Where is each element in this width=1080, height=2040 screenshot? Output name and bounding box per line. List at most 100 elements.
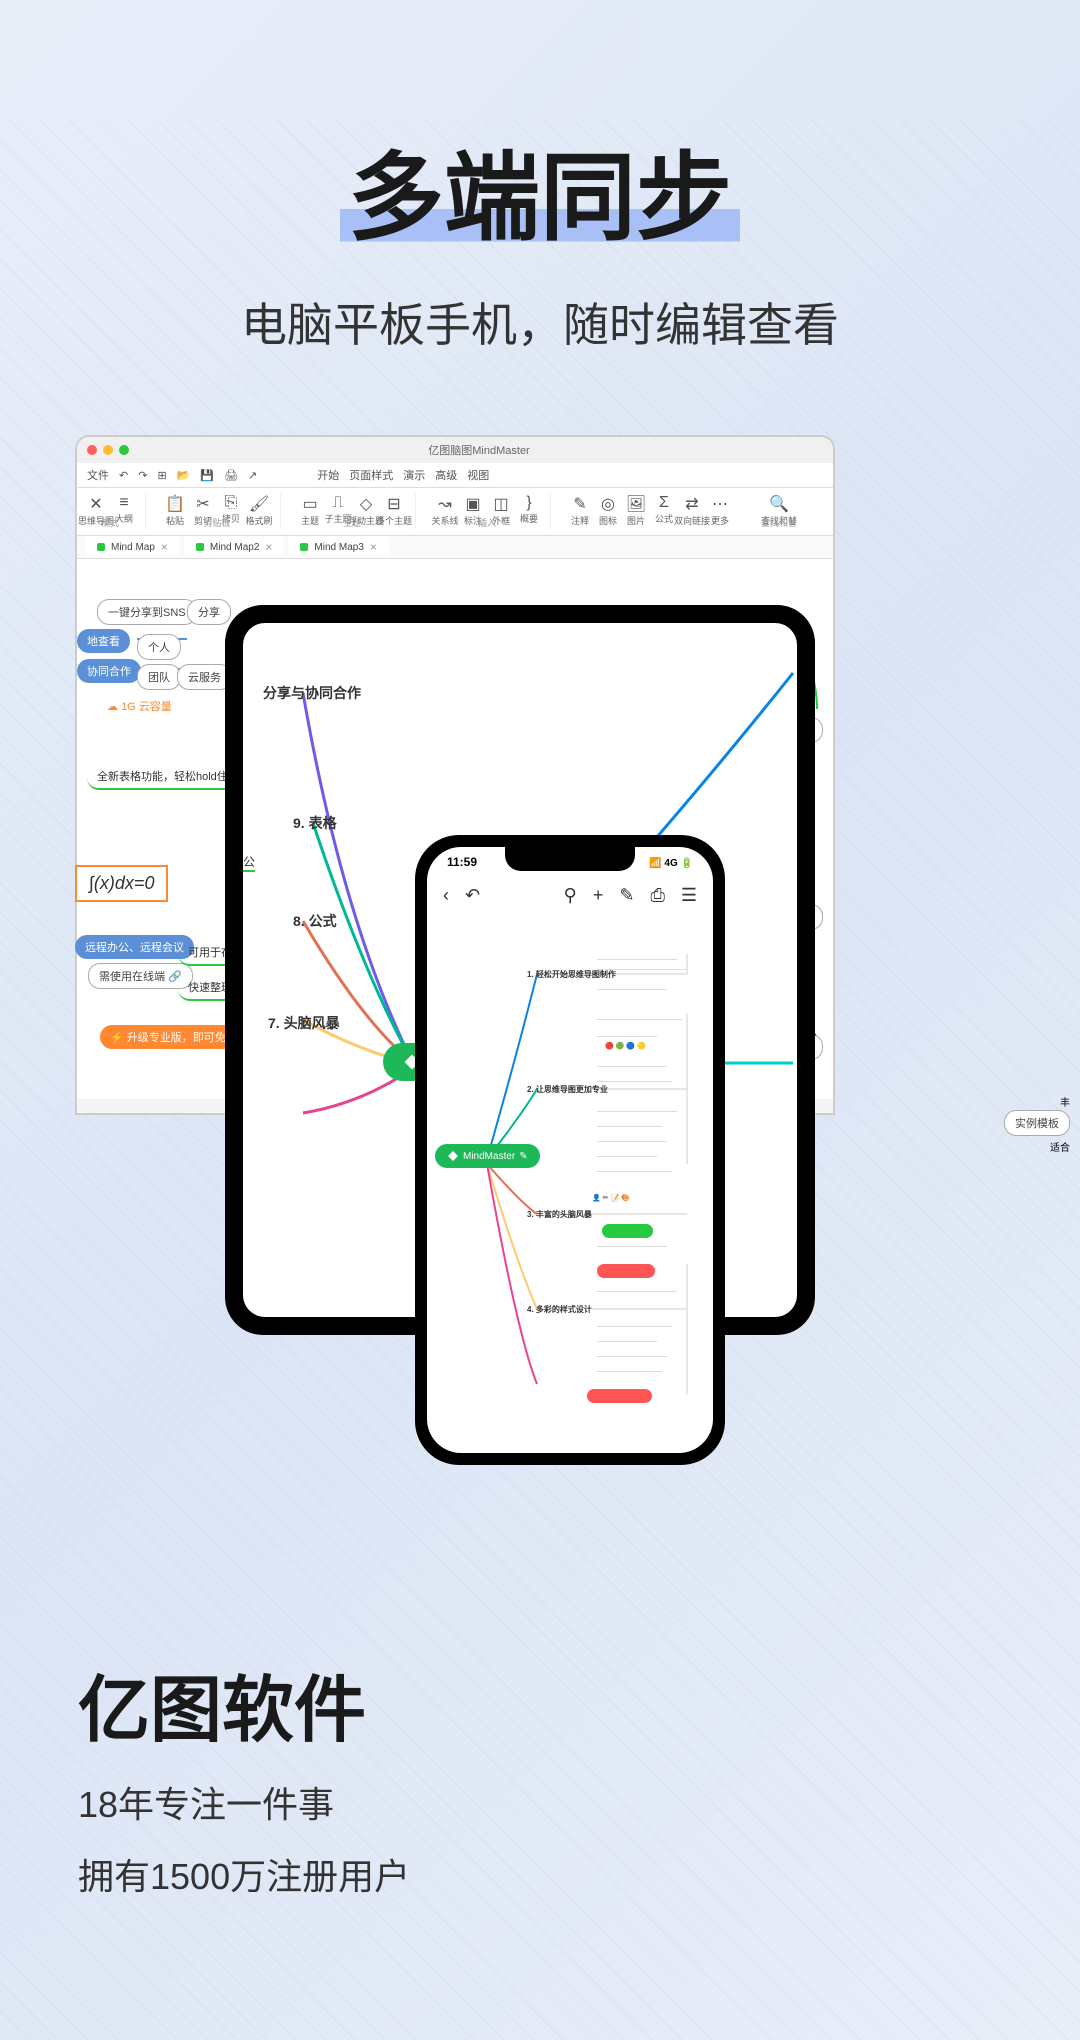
topic-button[interactable]: ▭主题 xyxy=(301,494,319,512)
menu-start[interactable]: 开始 xyxy=(317,467,339,483)
sub-line xyxy=(597,1149,657,1157)
menu-advanced[interactable]: 高级 xyxy=(435,467,457,483)
new-icon[interactable]: ⊞ xyxy=(157,469,166,482)
sub-line xyxy=(597,1074,672,1082)
sub-line xyxy=(597,1134,667,1142)
add-icon[interactable]: + xyxy=(593,885,604,906)
phone-notch xyxy=(505,847,635,871)
menu-icon[interactable]: ☰ xyxy=(681,885,697,906)
edit-icon[interactable]: ✎ xyxy=(619,885,634,906)
sub-green-pill[interactable] xyxy=(602,1224,653,1238)
close-tab-icon[interactable]: × xyxy=(265,540,272,554)
tab-mindmap-3[interactable]: Mind Map3× xyxy=(288,536,388,558)
sub-red-pill-2[interactable] xyxy=(587,1389,652,1403)
sub-line xyxy=(597,962,687,970)
back-icon[interactable]: ‹ xyxy=(443,885,449,906)
node-team[interactable]: 团队 xyxy=(137,664,181,690)
maximize-icon[interactable] xyxy=(119,445,129,455)
icon-button[interactable]: ◎图标 xyxy=(599,494,617,512)
ribbon-topic-group: ▭主题 ⎍子主题 ◇浮动主题 ⊟多个主题 主题 xyxy=(301,494,416,529)
branch-share-collab[interactable]: 分享与协同合作 xyxy=(263,683,361,703)
open-icon[interactable]: 📂 xyxy=(177,469,191,482)
menu-file[interactable]: 文件 xyxy=(87,467,109,483)
node-cloud[interactable]: 云服务 xyxy=(177,664,232,690)
subtopic-button[interactable]: ⎍子主题 xyxy=(329,494,347,512)
export-icon[interactable]: ↗ xyxy=(248,469,257,482)
undo-icon[interactable]: ↶ xyxy=(465,885,480,906)
outline-mode-button[interactable]: ≡大纲 xyxy=(115,494,133,512)
tab-mindmap-1[interactable]: Mind Map× xyxy=(85,536,180,558)
image-button[interactable]: 🖼图片 xyxy=(627,494,645,512)
redo-icon[interactable]: ↷ xyxy=(138,469,147,482)
tab-mindmap-2[interactable]: Mind Map2× xyxy=(184,536,284,558)
node-right-rich[interactable]: 丰 xyxy=(1050,1090,1080,1113)
phone-branch-4[interactable]: 4. 多彩的样式设计 xyxy=(527,1304,592,1315)
phone-branch-2[interactable]: 2. 让思维导图更加专业 xyxy=(527,1084,608,1095)
branch-8[interactable]: 8. 公式 xyxy=(293,911,337,931)
phone-screen: 11:59 📶 4G 🔋 ‹ ↶ ⚲ + ✎ ⎙ ☰ xyxy=(427,847,713,1453)
close-tab-icon[interactable]: × xyxy=(161,540,168,554)
cut-button[interactable]: ✂剪切 xyxy=(194,494,212,512)
phone-branch-1[interactable]: 1. 轻松开始思维导图制作 xyxy=(527,969,616,980)
sub-line xyxy=(597,1104,677,1112)
float-topic-button[interactable]: ◇浮动主题 xyxy=(357,494,375,512)
node-share[interactable]: 分享 xyxy=(187,599,231,625)
close-icon[interactable] xyxy=(87,445,97,455)
boundary-button[interactable]: ◫外框 xyxy=(492,494,510,512)
phone-center-node[interactable]: MindMaster ✎ xyxy=(435,1144,540,1168)
laptop-menubar: 亿图脑图MindMaster xyxy=(77,437,833,463)
save-icon[interactable]: 💾 xyxy=(200,469,214,482)
link-button[interactable]: ⇄双向链接 xyxy=(683,494,701,512)
copy-button[interactable]: ⎘拷贝 xyxy=(222,494,240,512)
relation-button[interactable]: ↝关系线 xyxy=(436,494,454,512)
close-tab-icon[interactable]: × xyxy=(370,540,377,554)
callout-button[interactable]: ▣标注 xyxy=(464,494,482,512)
sub-avatar-row: 👤 ✏ 📝 🎨 xyxy=(592,1194,630,1202)
more-button[interactable]: ⋯更多 xyxy=(711,494,729,512)
menu-present[interactable]: 演示 xyxy=(403,467,425,483)
print-icon[interactable]: 🖨 xyxy=(224,469,238,482)
ribbon-insert-group: ↝关系线 ▣标注 ◫外框 }概要 插入 xyxy=(436,494,551,529)
node-right-template[interactable]: 实例模板 xyxy=(1004,1110,1070,1136)
node-table-power[interactable]: 强大的内容公 xyxy=(243,853,255,872)
node-personal[interactable]: 个人 xyxy=(137,634,181,660)
sub-line xyxy=(597,982,667,990)
menu-view[interactable]: 视图 xyxy=(467,467,489,483)
format-painter-button[interactable]: 🖌格式刷 xyxy=(250,494,268,512)
node-sns[interactable]: 一键分享到SNS xyxy=(97,599,197,625)
footer-line-2: 拥有1500万注册用户 xyxy=(78,1848,410,1900)
find-button[interactable]: 🔍查找和替 xyxy=(770,494,788,512)
branch-7[interactable]: 7. 头脑风暴 xyxy=(268,1013,340,1033)
footer-line-1: 18年专注一件事 xyxy=(78,1776,410,1828)
menu-page-style[interactable]: 页面样式 xyxy=(349,467,393,483)
undo-icon[interactable]: ↶ xyxy=(119,469,128,482)
sub-line xyxy=(597,1364,662,1372)
sub-red-pill[interactable] xyxy=(597,1264,655,1278)
phone-branch-3[interactable]: 3. 丰富的头脑风暴 xyxy=(527,1209,592,1220)
sub-line xyxy=(597,1334,657,1342)
branch-9[interactable]: 9. 表格 xyxy=(293,813,337,833)
node-remote[interactable]: 远程办公、远程会议 xyxy=(75,935,194,959)
formula-node[interactable]: ∫(x)dx=0 xyxy=(75,865,168,902)
phone-toolbar: ‹ ↶ ⚲ + ✎ ⎙ ☰ xyxy=(427,877,713,914)
paste-button[interactable]: 📋粘贴 xyxy=(166,494,184,512)
node-right-fit[interactable]: 适合 xyxy=(1040,1135,1080,1158)
summary-button[interactable]: }概要 xyxy=(520,494,538,512)
save-icon[interactable]: ⎙ xyxy=(650,885,664,906)
window-title: 亿图脑图MindMaster xyxy=(135,442,823,458)
mindmap-mode-button[interactable]: ✕思维导图 xyxy=(87,494,105,512)
phone-canvas[interactable]: MindMaster ✎ 1. 轻松开始思维导图制作 2. 让思维导图更加专业 … xyxy=(427,914,713,1453)
sub-line xyxy=(597,1059,667,1067)
node-cloud-cap[interactable]: ☁ 1G 云容量 xyxy=(97,694,182,718)
sub-line xyxy=(597,1349,667,1357)
node-team-collab[interactable]: 协同合作 xyxy=(77,659,141,683)
multi-topic-button[interactable]: ⊟多个主题 xyxy=(385,494,403,512)
sub-icon-row: 🔴 🟢 🔵 🟡 xyxy=(605,1042,646,1050)
laptop-ribbon: ✕思维导图 ≡大纲 模式 📋粘贴 ✂剪切 ⎘拷贝 🖌格式刷 剪贴板 ▭主题 ⎍子… xyxy=(77,488,833,536)
search-icon[interactable]: ⚲ xyxy=(564,885,577,906)
note-button[interactable]: ✎注释 xyxy=(571,494,589,512)
minimize-icon[interactable] xyxy=(103,445,113,455)
hero-title: 多端同步 xyxy=(0,120,1080,259)
node-local-view[interactable]: 地查看 xyxy=(77,629,130,653)
formula-button[interactable]: Σ公式 xyxy=(655,494,673,512)
